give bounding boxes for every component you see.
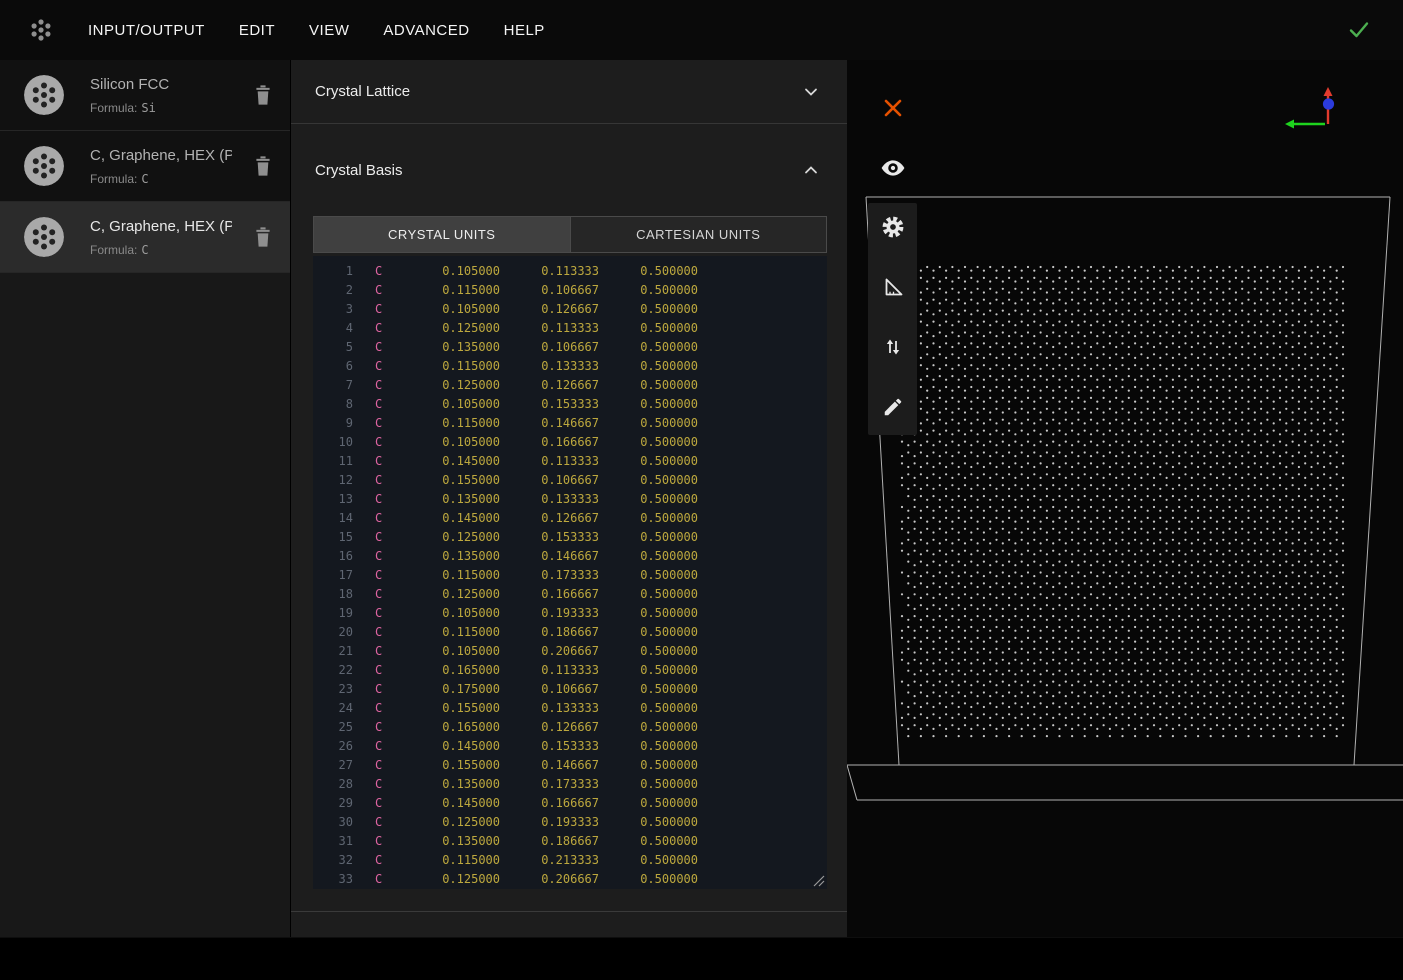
basis-row: 11C0.1450000.1133330.500000 [313,452,827,471]
basis-row: 3C0.1050000.1266670.500000 [313,300,827,319]
material-formula-value: C [141,172,148,186]
editor-resize-handle[interactable] [813,875,825,887]
menu-item-view[interactable]: VIEW [309,22,349,39]
molecule-avatar-icon [24,75,64,115]
swap-vertical-icon [881,335,905,359]
basis-row: 31C0.1350000.1866670.500000 [313,832,827,851]
basis-row: 12C0.1550000.1066670.500000 [313,471,827,490]
molecule-avatar-icon [24,146,64,186]
measure-button[interactable] [881,275,905,299]
basis-row: 33C0.1250000.2066670.500000 [313,870,827,889]
trash-icon[interactable] [252,225,274,249]
measure-icon [881,275,905,299]
basis-row: 16C0.1350000.1466670.500000 [313,547,827,566]
app-header: INPUT/OUTPUT EDIT VIEW ADVANCED HELP [0,0,1403,60]
menu-item-input-output[interactable]: INPUT/OUTPUT [88,22,205,39]
basis-row: 8C0.1050000.1533330.500000 [313,395,827,414]
basis-row: 22C0.1650000.1133330.500000 [313,661,827,680]
material-formula-label: Formula: [90,101,137,115]
edit-structure-button[interactable] [881,395,905,419]
swap-axes-button[interactable] [881,335,905,359]
menu-item-help[interactable]: HELP [504,22,545,39]
menu-item-edit[interactable]: EDIT [239,22,275,39]
basis-row: 10C0.1050000.1666670.500000 [313,433,827,452]
close-icon [883,98,903,118]
basis-row: 6C0.1150000.1333330.500000 [313,357,827,376]
confirm-button[interactable] [1345,16,1373,44]
basis-row: 5C0.1350000.1066670.500000 [313,338,827,357]
material-title: Silicon FCC [90,76,232,93]
basis-row: 2C0.1150000.1066670.500000 [313,281,827,300]
menu-item-advanced[interactable]: ADVANCED [383,22,469,39]
material-title: C, Graphene, HEX (P [90,218,232,235]
basis-row: 24C0.1550000.1333330.500000 [313,699,827,718]
atom-dots [901,266,1344,737]
chevron-down-icon [801,82,821,102]
visibility-button[interactable] [880,155,906,181]
material-list-item-selected[interactable]: C, Graphene, HEX (P Formula: C [0,202,290,273]
basis-row: 23C0.1750000.1066670.500000 [313,680,827,699]
basis-row: 32C0.1150000.2133330.500000 [313,851,827,870]
basis-rows: 1C0.1050000.1133330.5000002C0.1150000.10… [313,262,827,889]
basis-row: 25C0.1650000.1266670.500000 [313,718,827,737]
basis-row: 28C0.1350000.1733330.500000 [313,775,827,794]
materials-sidebar: Silicon FCC Formula: Si C, Graphene, HEX … [0,60,290,937]
chevron-up-icon [801,160,821,180]
basis-row: 1C0.1050000.1133330.500000 [313,262,827,281]
basis-row: 13C0.1350000.1333330.500000 [313,490,827,509]
settings-button[interactable] [881,215,905,239]
viewer-panel[interactable] [847,60,1403,937]
basis-row: 21C0.1050000.2066670.500000 [313,642,827,661]
section-title: Crystal Lattice [315,83,410,100]
viewer-toolbar [868,203,917,435]
structure-editor-panel: Crystal Lattice Crystal Basis CRYSTAL UN… [290,60,847,937]
eye-icon [880,155,906,181]
axes-gizmo[interactable] [1279,84,1343,132]
app-logo-icon [26,15,56,45]
basis-editor[interactable]: 1C0.1050000.1133330.5000002C0.1150000.10… [313,256,827,889]
material-title: C, Graphene, HEX (P [90,147,232,164]
material-list-item[interactable]: Silicon FCC Formula: Si [0,60,290,131]
basis-row: 14C0.1450000.1266670.500000 [313,509,827,528]
basis-row: 29C0.1450000.1666670.500000 [313,794,827,813]
basis-row: 26C0.1450000.1533330.500000 [313,737,827,756]
trash-icon[interactable] [252,154,274,178]
cell-wireframe [847,197,1403,800]
basis-row: 4C0.1250000.1133330.500000 [313,319,827,338]
trash-icon[interactable] [252,83,274,107]
material-formula-value: Si [141,101,155,115]
basis-row: 20C0.1150000.1866670.500000 [313,623,827,642]
gear-icon [881,214,905,240]
basis-row: 15C0.1250000.1533330.500000 [313,528,827,547]
panel-divider [291,911,847,912]
viewer-canvas[interactable] [847,60,1403,937]
material-list-item[interactable]: C, Graphene, HEX (P Formula: C [0,131,290,202]
basis-row: 30C0.1250000.1933330.500000 [313,813,827,832]
basis-row: 7C0.1250000.1266670.500000 [313,376,827,395]
material-formula-label: Formula: [90,243,137,257]
crystal-basis-section-header[interactable]: Crystal Basis [291,124,847,216]
close-viewer-button[interactable] [880,95,906,121]
basis-row: 9C0.1150000.1466670.500000 [313,414,827,433]
molecule-avatar-icon [24,217,64,257]
tab-crystal-units[interactable]: CRYSTAL UNITS [313,216,571,253]
material-formula-label: Formula: [90,172,137,186]
basis-row: 17C0.1150000.1733330.500000 [313,566,827,585]
check-icon [1347,18,1371,42]
basis-row: 27C0.1550000.1466670.500000 [313,756,827,775]
basis-row: 18C0.1250000.1666670.500000 [313,585,827,604]
material-formula-value: C [141,243,148,257]
basis-row: 19C0.1050000.1933330.500000 [313,604,827,623]
tab-cartesian-units[interactable]: CARTESIAN UNITS [571,216,828,253]
crystal-lattice-section-header[interactable]: Crystal Lattice [291,60,847,124]
basis-units-tabs: CRYSTAL UNITS CARTESIAN UNITS [313,216,827,253]
footer-bar [0,937,1403,980]
pencil-icon [882,396,904,418]
section-title: Crystal Basis [315,162,403,179]
menu-bar: INPUT/OUTPUT EDIT VIEW ADVANCED HELP [88,22,545,39]
